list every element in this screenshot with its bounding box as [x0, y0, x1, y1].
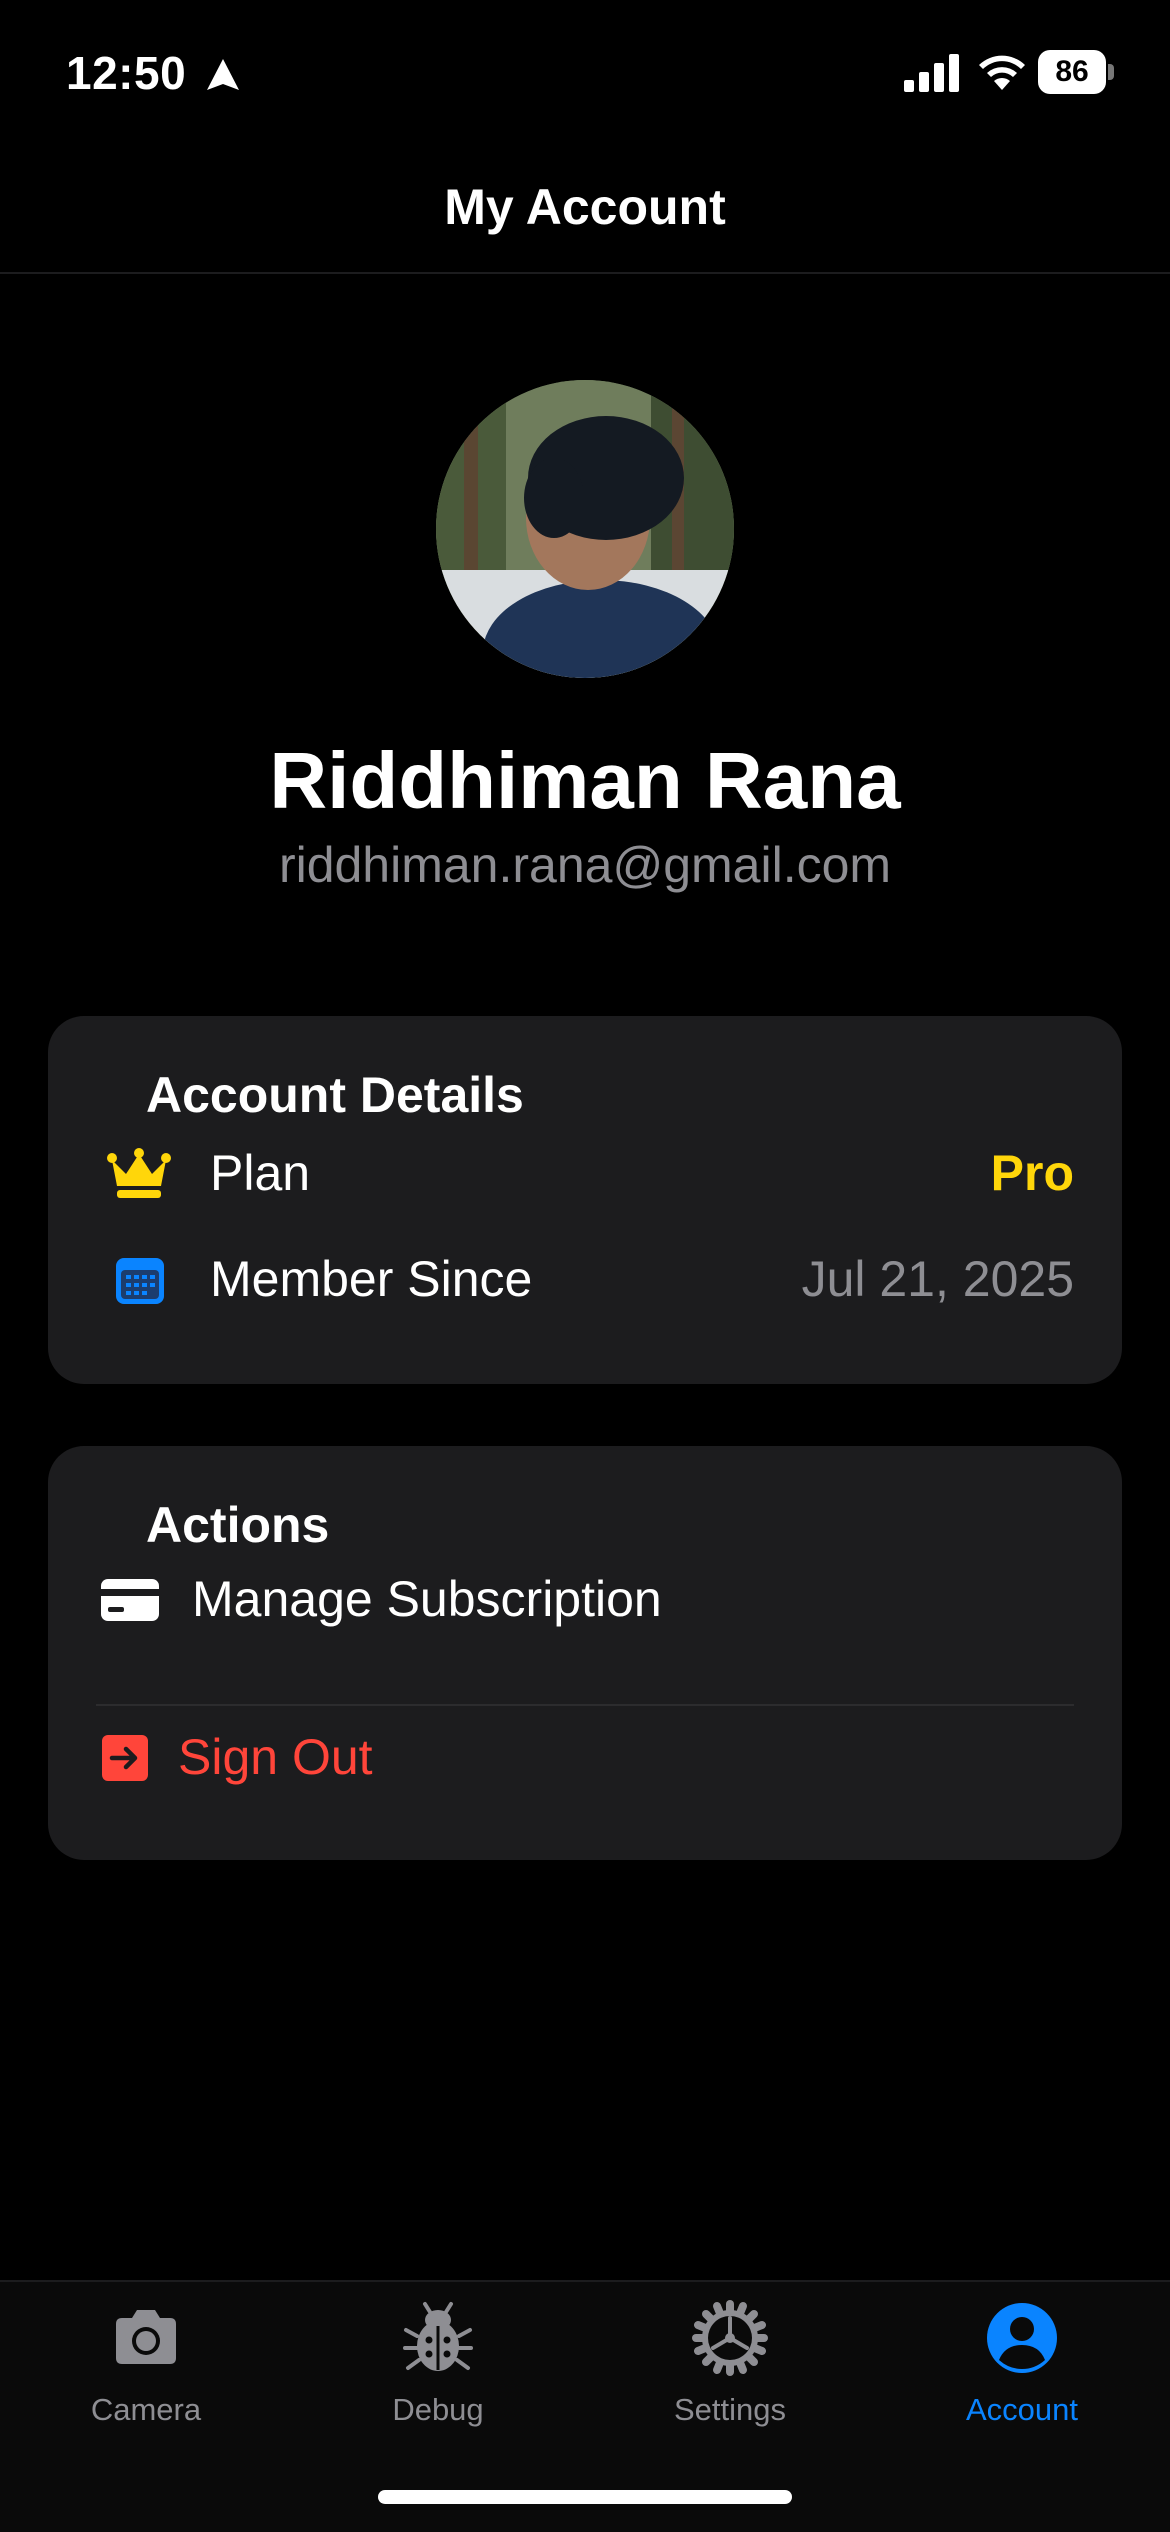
member-since-value: Jul 21, 2025 [801, 1251, 1074, 1307]
sign-out-icon [102, 1735, 148, 1781]
page-title: My Account [444, 179, 726, 235]
member-since-row: Member Since Jul 21, 2025 [48, 1234, 1122, 1324]
sign-out-button[interactable]: Sign Out [48, 1712, 1122, 1802]
tab-settings[interactable]: Settings [584, 2282, 876, 2482]
tab-account[interactable]: Account [876, 2282, 1168, 2482]
profile-name: Riddhiman Rana [269, 736, 901, 825]
sign-out-label: Sign Out [178, 1729, 373, 1785]
camera-icon [116, 2310, 176, 2364]
gear-icon [692, 2300, 768, 2376]
wifi-icon [979, 55, 1025, 90]
person-circle-icon [987, 2303, 1057, 2373]
location-icon [207, 59, 239, 90]
tab-settings-label: Settings [673, 2392, 786, 2427]
status-bar: 12:50 86 [0, 0, 1170, 140]
status-time: 12:50 [66, 47, 187, 99]
manage-subscription-label: Manage Subscription [192, 1571, 662, 1627]
account-details-card: Account Details Plan Pro Member Since Ju… [48, 1016, 1122, 1384]
crown-icon [107, 1148, 171, 1198]
battery-icon: 86 [1038, 50, 1114, 94]
account-details-title: Account Details [146, 1067, 524, 1123]
battery-level: 86 [1055, 55, 1089, 88]
member-since-label: Member Since [210, 1251, 533, 1307]
plan-value: Pro [990, 1145, 1074, 1201]
tab-debug[interactable]: Debug [292, 2282, 584, 2482]
avatar-photo [436, 380, 734, 678]
actions-title: Actions [146, 1497, 330, 1553]
avatar [436, 380, 734, 678]
nav-divider [0, 272, 1170, 274]
tab-camera[interactable]: Camera [0, 2282, 292, 2482]
plan-row: Plan Pro [48, 1128, 1122, 1218]
tab-debug-label: Debug [392, 2392, 484, 2427]
calendar-icon [116, 1258, 164, 1304]
bug-icon [403, 2302, 473, 2371]
battery-cap [1108, 64, 1114, 80]
signal-icon [904, 54, 959, 92]
actions-divider [96, 1704, 1074, 1706]
tab-camera-label: Camera [90, 2392, 202, 2427]
actions-card: Actions Manage Subscription Sign Out [48, 1446, 1122, 1860]
profile-email: riddhiman.rana@gmail.com [278, 837, 892, 893]
home-indicator[interactable] [378, 2490, 792, 2504]
tab-account-label: Account [965, 2392, 1078, 2427]
manage-subscription-button[interactable]: Manage Subscription [48, 1554, 1122, 1644]
credit-card-icon [101, 1579, 159, 1621]
plan-label: Plan [210, 1145, 311, 1201]
account-screen: 12:50 86 My Account Riddhiman Rana riddh… [0, 0, 1170, 2532]
